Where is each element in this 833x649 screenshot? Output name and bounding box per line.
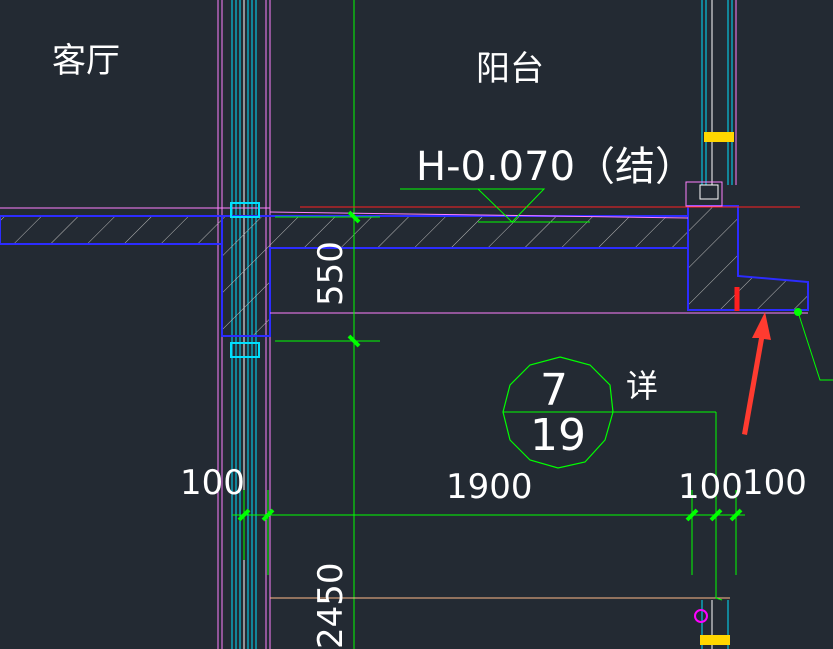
dim-100-right: 100 <box>742 463 807 503</box>
dim-beam-depth: 550 <box>311 241 351 306</box>
detail-sheet: 19 <box>530 410 586 461</box>
dim-100-mid: 100 <box>678 467 743 507</box>
dim-100-left: 100 <box>180 463 245 503</box>
window-fitting-icon <box>230 132 734 645</box>
detail-label: 详 <box>626 367 658 405</box>
slab <box>0 181 809 337</box>
dim-lower: 2450 <box>311 562 351 649</box>
elevation-label: H-0.070（结） <box>416 144 695 190</box>
red-arrow-icon <box>742 312 771 435</box>
dimension-lines <box>232 210 745 599</box>
right-wall-lines <box>701 0 737 649</box>
detail-number: 7 <box>540 365 568 416</box>
room-label-balcony: 阳台 <box>476 49 544 89</box>
room-label-living: 客厅 <box>52 41 120 81</box>
dim-1900: 1900 <box>446 467 533 507</box>
cad-canvas: 客厅 阳台 H-0.070（结） 7 19 详 550 2450 100 190… <box>0 0 833 649</box>
cad-drawing: 客厅 阳台 H-0.070（结） 7 19 详 550 2450 100 190… <box>0 0 833 649</box>
